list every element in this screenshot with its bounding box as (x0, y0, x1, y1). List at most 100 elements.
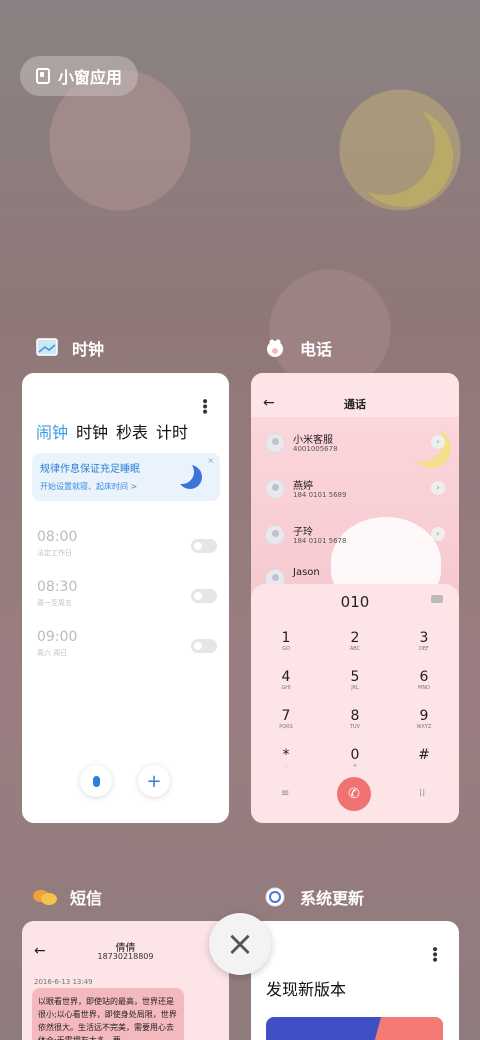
update-app-header[interactable]: 系统更新 (262, 884, 364, 910)
contact-number: 184 0101 5678 (293, 537, 347, 545)
backspace-icon[interactable] (431, 595, 443, 603)
chevron-right-icon[interactable]: › (431, 435, 445, 449)
clock-tabs: 闹钟 时钟 秒表 计时 (36, 419, 188, 443)
key-letters: TUV (349, 724, 361, 730)
window-icon (36, 68, 50, 84)
phone-title: 通话 (344, 398, 366, 411)
key-digit: 6 (419, 669, 429, 685)
avatar-icon (265, 433, 285, 453)
dial-key[interactable]: 1 GO (261, 630, 311, 652)
alarm-repeat: 周六 周日 (37, 649, 68, 657)
clock-app-icon (34, 335, 60, 361)
alarm-toggle[interactable] (191, 539, 217, 553)
key-digit: 5 (350, 669, 360, 685)
key-digit: 7 (281, 708, 291, 724)
add-alarm-button[interactable]: + (138, 765, 170, 797)
more-icon[interactable]: ••• (196, 397, 212, 413)
dial-key[interactable]: # (399, 747, 449, 763)
dialpad: 010 1 GO 2 ABC 3 DEF 4 GHI 5 JKL 6 MNO 7 PQRS 8… (251, 584, 459, 823)
key-letters: GHI (281, 685, 291, 691)
dial-key[interactable]: 9 WXYZ (399, 708, 449, 730)
key-letters: ABC (349, 646, 361, 652)
floating-window-label: 小窗应用 (58, 68, 123, 87)
dial-key[interactable]: 6 MNO (399, 669, 449, 691)
dial-key[interactable]: 3 DEF (399, 630, 449, 652)
keypad-icon[interactable]: ⁞⁞ (419, 788, 425, 799)
dial-key[interactable]: 4 GHI (261, 669, 311, 691)
dial-key[interactable]: 0 + (330, 747, 380, 769)
key-letters: MNO (418, 685, 430, 691)
phone-app-icon (262, 335, 288, 361)
clock-app-card[interactable]: ••• 闹钟 时钟 秒表 计时 规律作息保证充足睡眠 开始设置就寝、起床时间 >… (22, 373, 229, 823)
contact-name: 燕婷 (293, 481, 313, 492)
update-title: 发现新版本 (266, 980, 347, 999)
key-letters: GO (282, 646, 290, 652)
key-letters: WXYZ (416, 724, 432, 730)
contact-number: 184 0101 5689 (293, 491, 347, 499)
update-app-card[interactable]: ••• 发现新版本 (251, 921, 459, 1040)
key-digit: 2 (350, 630, 360, 646)
chevron-right-icon[interactable]: › (431, 527, 445, 541)
sleep-banner[interactable]: 规律作息保证充足睡眠 开始设置就寝、起床时间 > × (32, 453, 220, 501)
sms-app-icon (32, 884, 58, 910)
moon-icon (178, 465, 202, 489)
alarm-item[interactable]: 08:30 周一至周五 (37, 579, 217, 608)
phone-app-card[interactable]: ← 通话 小米客服 4001005678 › 燕婷 184 0101 5689 … (251, 373, 459, 823)
phone-app-name: 电话 (300, 340, 333, 359)
avatar-icon (265, 479, 285, 499)
key-letters: DEF (419, 646, 429, 652)
message-bubble[interactable]: 以眼看世界，即使站的最高，世界还是很小;以心看世界，即使身处局限，世界依然很大。… (32, 988, 184, 1040)
update-banner (266, 1017, 443, 1040)
contact-item[interactable]: 小米客服 4001005678 › (265, 431, 445, 461)
floating-window-button[interactable]: 小窗应用 (20, 56, 138, 96)
contact-item[interactable]: 燕婷 184 0101 5689 › (265, 477, 445, 507)
call-button[interactable]: ✆ (337, 777, 371, 811)
menu-icon[interactable]: ≡ (281, 788, 289, 799)
sms-date: 2016-6-13 13:49 (34, 978, 93, 986)
contact-name: 小米客服 (293, 435, 333, 446)
sms-app-card[interactable]: ← 倩倩 18730218809 2016-6-13 13:49 以眼看世界，即… (22, 921, 229, 1040)
contact-item[interactable]: 子玲 184 0101 5678 › (265, 523, 445, 553)
clear-all-button[interactable]: × (209, 913, 271, 975)
sms-contact-number: 18730218809 (97, 952, 154, 961)
alarm-item[interactable]: 09:00 周六 周日 (37, 629, 217, 658)
phone-app-header[interactable]: 电话 (262, 335, 332, 361)
more-icon[interactable]: ••• (426, 945, 442, 961)
alarm-toggle[interactable] (191, 589, 217, 603)
voice-alarm-button[interactable] (80, 765, 112, 797)
clock-app-name: 时钟 (72, 340, 105, 359)
dial-key[interactable]: 2 ABC (330, 630, 380, 652)
dial-key[interactable]: *, (261, 747, 311, 769)
dialed-number: 010 (340, 593, 370, 611)
key-digit: 4 (281, 669, 291, 685)
dial-key[interactable]: 8 TUV (330, 708, 380, 730)
dial-key[interactable]: 7 PQRS (261, 708, 311, 730)
contact-name: 子玲 (293, 527, 313, 538)
key-digit: 3 (419, 630, 429, 646)
moon-decoration (335, 95, 435, 195)
tab-alarm[interactable]: 闹钟 (36, 419, 68, 443)
sms-app-header[interactable]: 短信 (32, 884, 102, 910)
key-letters: PQRS (279, 724, 293, 730)
key-letters: JKL (351, 685, 359, 691)
contact-name: Jason (293, 567, 320, 578)
tab-stopwatch[interactable]: 秒表 (116, 419, 148, 443)
alarm-repeat: 周一至周五 (37, 599, 72, 607)
tab-timer[interactable]: 计时 (156, 419, 188, 443)
contact-list: 小米客服 4001005678 › 燕婷 184 0101 5689 › 子玲 … (251, 417, 459, 607)
chevron-right-icon[interactable]: › (431, 481, 445, 495)
key-letters: , (285, 763, 287, 769)
clock-app-header[interactable]: 时钟 (34, 335, 104, 361)
phone-header-bar: ← 通话 (251, 373, 459, 417)
update-app-icon (262, 884, 288, 910)
alarm-time: 08:00 (37, 529, 78, 545)
key-digit: 0 (350, 747, 360, 763)
tab-clock[interactable]: 时钟 (76, 419, 108, 443)
dial-key[interactable]: 5 JKL (330, 669, 380, 691)
close-icon[interactable]: × (207, 456, 214, 465)
key-digit: # (418, 747, 430, 763)
alarm-item[interactable]: 08:00 法定工作日 (37, 529, 217, 558)
alarm-toggle[interactable] (191, 639, 217, 653)
key-digit: 8 (350, 708, 360, 724)
microphone-icon (92, 775, 100, 787)
